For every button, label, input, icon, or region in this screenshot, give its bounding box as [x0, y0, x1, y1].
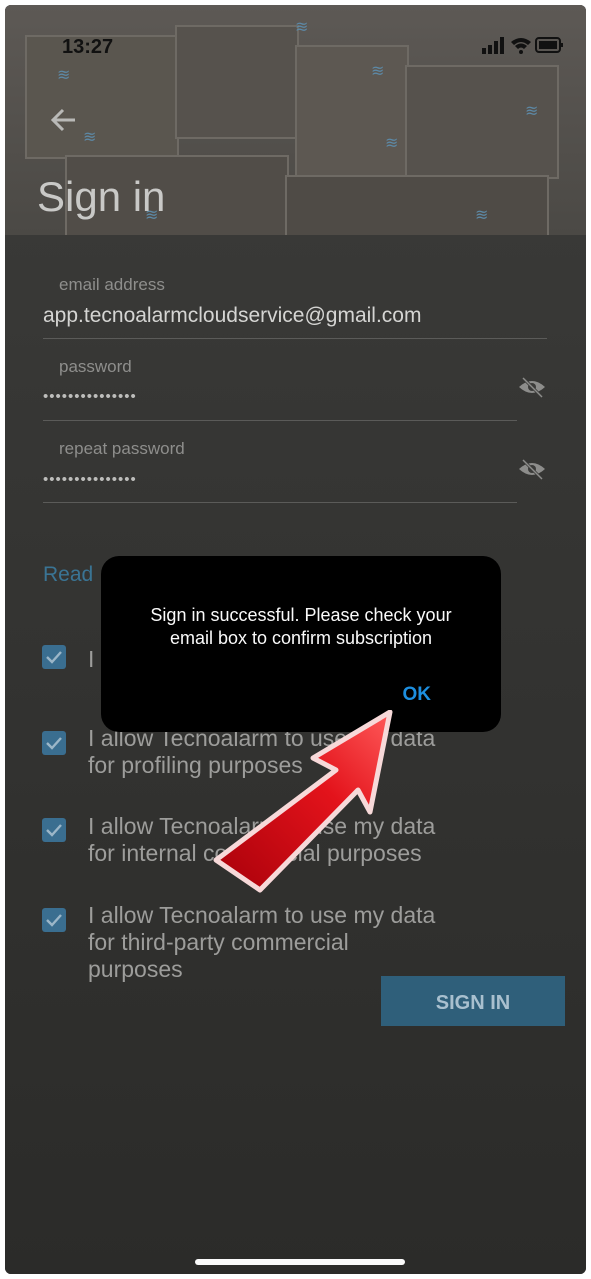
consent-text-4: I allow Tecnoalarm to use my data for th…: [88, 902, 435, 983]
checkmark-icon: [46, 914, 62, 927]
password-field[interactable]: password •••••••••••••••: [43, 355, 517, 421]
wifi-icon: ≋: [295, 17, 309, 36]
wifi-icon: ≋: [83, 127, 97, 146]
floorplan-room: [295, 45, 409, 179]
password-value: •••••••••••••••: [43, 388, 137, 405]
password-label: password: [59, 357, 132, 376]
floorplan-room: [175, 25, 299, 139]
wifi-icon: ≋: [57, 65, 71, 84]
email-field[interactable]: email address app.tecnoalarmcloudservice…: [43, 271, 547, 339]
checkmark-icon: [46, 651, 62, 664]
floorplan-room: [285, 175, 549, 235]
signal-icon: [482, 37, 504, 54]
status-time: 13:27: [62, 36, 114, 58]
toggle-repeat-password-visibility-icon[interactable]: [517, 457, 547, 481]
wifi-icon: ≋: [371, 61, 385, 80]
red-pointer-arrow-icon: [213, 710, 393, 893]
repeat-password-label: repeat password: [59, 439, 185, 458]
page-title: Sign in: [37, 173, 166, 220]
dialog-message: Sign in successful. Please check your em…: [150, 605, 452, 648]
read-privacy-link[interactable]: Read: [43, 563, 93, 587]
consent-checkbox-3[interactable]: [42, 818, 66, 842]
wifi-status-icon: [511, 38, 531, 54]
phone-screen: ≋ ≋ ≋ ≋ ≋ ≋ ≋ ≋ 13:27 Sign in email addr…: [5, 5, 586, 1274]
email-label: email address: [59, 275, 165, 294]
dialog-ok-button[interactable]: OK: [403, 684, 432, 706]
checkmark-icon: [46, 737, 62, 750]
repeat-password-value: •••••••••••••••: [43, 471, 137, 488]
toggle-password-visibility-icon[interactable]: [517, 375, 547, 399]
consent-text-4-line1: I allow Tecnoalarm to use my data: [88, 902, 436, 928]
consent-text-4-line2: for third-party commercial: [88, 929, 349, 955]
wifi-icon: ≋: [475, 205, 489, 224]
floorplan-room: [405, 65, 559, 179]
home-indicator[interactable]: [195, 1259, 405, 1265]
wifi-icon: ≋: [385, 133, 399, 152]
back-arrow-icon[interactable]: [45, 100, 85, 140]
success-dialog: Sign in successful. Please check your em…: [101, 556, 501, 732]
consent-checkbox-1[interactable]: [42, 645, 66, 669]
email-value: app.tecnoalarmcloudservice@gmail.com: [43, 304, 422, 327]
status-icons: [482, 37, 563, 54]
battery-icon: [535, 37, 563, 53]
checkmark-icon: [46, 824, 62, 837]
consent-text-1: I: [88, 646, 95, 672]
sign-in-button[interactable]: SIGN IN: [381, 976, 565, 1026]
repeat-password-field[interactable]: repeat password •••••••••••••••: [43, 437, 517, 503]
consent-checkbox-4[interactable]: [42, 908, 66, 932]
consent-checkbox-2[interactable]: [42, 731, 66, 755]
wifi-icon: ≋: [525, 101, 539, 120]
